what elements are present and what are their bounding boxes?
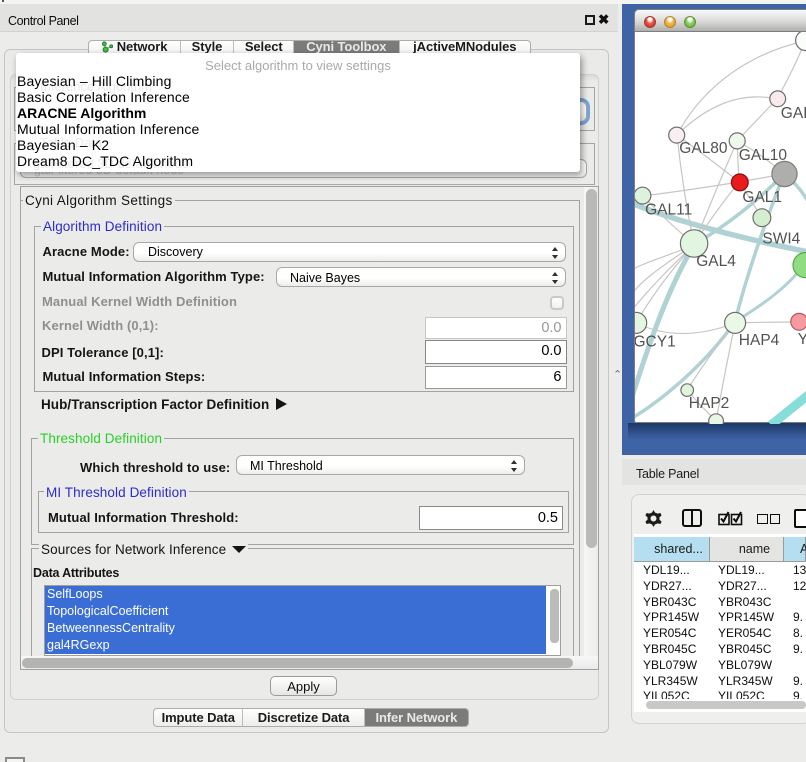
svg-text:GCY1: GCY1 (635, 334, 676, 351)
svg-text:HAP2: HAP2 (689, 395, 730, 412)
svg-text:Y: Y (798, 331, 806, 348)
svg-text:GAL80: GAL80 (679, 140, 728, 157)
svg-text:GAL10: GAL10 (739, 147, 788, 164)
svg-text:GAL1: GAL1 (742, 189, 782, 206)
svg-text:GAL4: GAL4 (696, 253, 736, 270)
svg-text:GAL: GAL (781, 105, 806, 122)
svg-text:HAP4: HAP4 (739, 332, 780, 349)
svg-text:GAL11: GAL11 (645, 202, 692, 219)
svg-text:SWI4: SWI4 (762, 231, 800, 248)
